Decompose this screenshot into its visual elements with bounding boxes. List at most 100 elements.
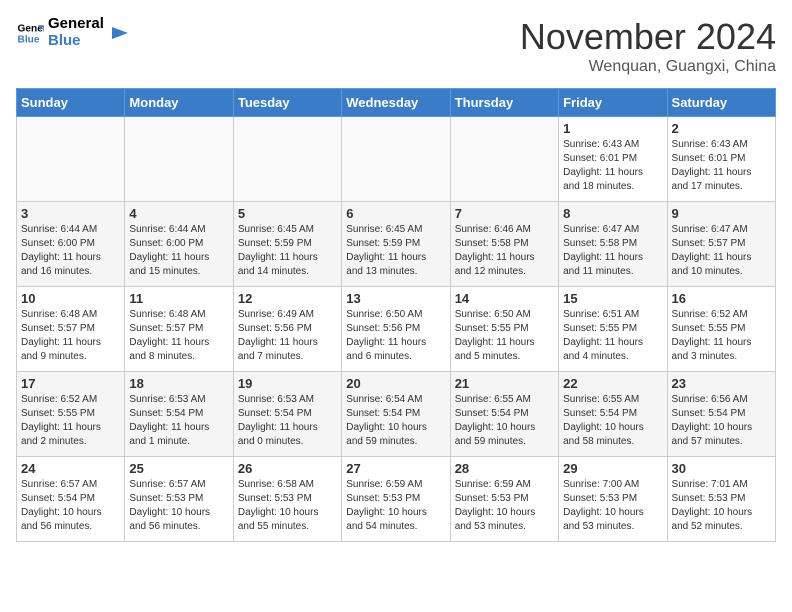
day-info: Sunrise: 6:48 AM Sunset: 5:57 PM Dayligh… <box>21 308 120 364</box>
day-info: Sunrise: 6:47 AM Sunset: 5:57 PM Dayligh… <box>672 223 771 279</box>
day-info: Sunrise: 6:53 AM Sunset: 5:54 PM Dayligh… <box>238 393 337 449</box>
weekday-header-monday: Monday <box>125 89 233 117</box>
logo-icon: General Blue <box>16 19 44 47</box>
day-number: 27 <box>346 461 445 476</box>
calendar-cell: 3 Sunrise: 6:44 AM Sunset: 6:00 PM Daylig… <box>17 202 125 287</box>
day-info: Sunrise: 6:45 AM Sunset: 5:59 PM Dayligh… <box>238 223 337 279</box>
calendar-cell: 9 Sunrise: 6:47 AM Sunset: 5:57 PM Daylig… <box>667 202 775 287</box>
title-block: November 2024 Wenquan, Guangxi, China <box>520 16 776 76</box>
day-number: 7 <box>455 206 554 221</box>
day-number: 19 <box>238 376 337 391</box>
calendar-cell: 28 Sunrise: 6:59 AM Sunset: 5:53 PM Dayli… <box>450 457 558 542</box>
logo-arrow-icon <box>108 23 128 43</box>
calendar-cell: 7 Sunrise: 6:46 AM Sunset: 5:58 PM Daylig… <box>450 202 558 287</box>
day-info: Sunrise: 6:59 AM Sunset: 5:53 PM Dayligh… <box>346 478 445 534</box>
location: Wenquan, Guangxi, China <box>520 58 776 76</box>
day-number: 4 <box>129 206 228 221</box>
calendar-cell: 15 Sunrise: 6:51 AM Sunset: 5:55 PM Dayli… <box>559 287 667 372</box>
calendar-cell: 29 Sunrise: 7:00 AM Sunset: 5:53 PM Dayli… <box>559 457 667 542</box>
day-number: 29 <box>563 461 662 476</box>
week-row-2: 3 Sunrise: 6:44 AM Sunset: 6:00 PM Daylig… <box>17 202 776 287</box>
weekday-header-friday: Friday <box>559 89 667 117</box>
month-title: November 2024 <box>520 16 776 58</box>
day-number: 12 <box>238 291 337 306</box>
day-number: 15 <box>563 291 662 306</box>
calendar-cell: 20 Sunrise: 6:54 AM Sunset: 5:54 PM Dayli… <box>342 372 450 457</box>
day-number: 9 <box>672 206 771 221</box>
day-number: 20 <box>346 376 445 391</box>
week-row-5: 24Sunrise: 6:57 AM Sunset: 5:54 PM Dayli… <box>17 457 776 542</box>
calendar-cell: 4Sunrise: 6:44 AM Sunset: 6:00 PM Daylig… <box>125 202 233 287</box>
day-number: 2 <box>672 121 771 136</box>
day-number: 13 <box>346 291 445 306</box>
calendar-cell: 30 Sunrise: 7:01 AM Sunset: 5:53 PM Dayli… <box>667 457 775 542</box>
day-number: 3 <box>21 206 120 221</box>
day-info: Sunrise: 6:52 AM Sunset: 5:55 PM Dayligh… <box>672 308 771 364</box>
calendar-cell: 13 Sunrise: 6:50 AM Sunset: 5:56 PM Dayli… <box>342 287 450 372</box>
day-info: Sunrise: 6:49 AM Sunset: 5:56 PM Dayligh… <box>238 308 337 364</box>
calendar-cell: 27 Sunrise: 6:59 AM Sunset: 5:53 PM Dayli… <box>342 457 450 542</box>
day-info: Sunrise: 6:59 AM Sunset: 5:53 PM Dayligh… <box>455 478 554 534</box>
day-number: 24 <box>21 461 120 476</box>
day-number: 25 <box>129 461 228 476</box>
day-number: 8 <box>563 206 662 221</box>
day-info: Sunrise: 6:54 AM Sunset: 5:54 PM Dayligh… <box>346 393 445 449</box>
calendar-cell <box>125 117 233 202</box>
day-info: Sunrise: 6:52 AM Sunset: 5:55 PM Dayligh… <box>21 393 120 449</box>
calendar-cell: 26Sunrise: 6:58 AM Sunset: 5:53 PM Dayli… <box>233 457 341 542</box>
calendar-cell: 6Sunrise: 6:45 AM Sunset: 5:59 PM Daylig… <box>342 202 450 287</box>
calendar-cell: 5 Sunrise: 6:45 AM Sunset: 5:59 PM Daylig… <box>233 202 341 287</box>
day-number: 5 <box>238 206 337 221</box>
weekday-header-saturday: Saturday <box>667 89 775 117</box>
day-number: 11 <box>129 291 228 306</box>
week-row-1: 1 Sunrise: 6:43 AM Sunset: 6:01 PM Daylig… <box>17 117 776 202</box>
day-info: Sunrise: 6:50 AM Sunset: 5:56 PM Dayligh… <box>346 308 445 364</box>
day-info: Sunrise: 6:48 AM Sunset: 5:57 PM Dayligh… <box>129 308 228 364</box>
day-info: Sunrise: 6:51 AM Sunset: 5:55 PM Dayligh… <box>563 308 662 364</box>
day-number: 22 <box>563 376 662 391</box>
day-info: Sunrise: 6:55 AM Sunset: 5:54 PM Dayligh… <box>455 393 554 449</box>
day-number: 18 <box>129 376 228 391</box>
day-info: Sunrise: 6:44 AM Sunset: 6:00 PM Dayligh… <box>21 223 120 279</box>
day-info: Sunrise: 6:47 AM Sunset: 5:58 PM Dayligh… <box>563 223 662 279</box>
calendar-cell: 17Sunrise: 6:52 AM Sunset: 5:55 PM Dayli… <box>17 372 125 457</box>
page-header: General Blue General Blue November 2024 … <box>16 16 776 76</box>
calendar-cell <box>450 117 558 202</box>
calendar-cell: 1 Sunrise: 6:43 AM Sunset: 6:01 PM Daylig… <box>559 117 667 202</box>
calendar-cell: 25Sunrise: 6:57 AM Sunset: 5:53 PM Dayli… <box>125 457 233 542</box>
day-info: Sunrise: 6:56 AM Sunset: 5:54 PM Dayligh… <box>672 393 771 449</box>
weekday-header-thursday: Thursday <box>450 89 558 117</box>
calendar-cell: 23 Sunrise: 6:56 AM Sunset: 5:54 PM Dayli… <box>667 372 775 457</box>
calendar-cell: 8 Sunrise: 6:47 AM Sunset: 5:58 PM Daylig… <box>559 202 667 287</box>
weekday-header-wednesday: Wednesday <box>342 89 450 117</box>
calendar-cell: 21Sunrise: 6:55 AM Sunset: 5:54 PM Dayli… <box>450 372 558 457</box>
day-number: 23 <box>672 376 771 391</box>
svg-text:Blue: Blue <box>18 34 40 45</box>
day-info: Sunrise: 7:01 AM Sunset: 5:53 PM Dayligh… <box>672 478 771 534</box>
calendar-cell: 24Sunrise: 6:57 AM Sunset: 5:54 PM Dayli… <box>17 457 125 542</box>
day-number: 16 <box>672 291 771 306</box>
calendar-cell: 19 Sunrise: 6:53 AM Sunset: 5:54 PM Dayli… <box>233 372 341 457</box>
day-info: Sunrise: 6:50 AM Sunset: 5:55 PM Dayligh… <box>455 308 554 364</box>
day-number: 30 <box>672 461 771 476</box>
day-info: Sunrise: 6:46 AM Sunset: 5:58 PM Dayligh… <box>455 223 554 279</box>
calendar-cell: 11 Sunrise: 6:48 AM Sunset: 5:57 PM Dayli… <box>125 287 233 372</box>
day-number: 1 <box>563 121 662 136</box>
day-number: 28 <box>455 461 554 476</box>
day-number: 14 <box>455 291 554 306</box>
day-info: Sunrise: 6:43 AM Sunset: 6:01 PM Dayligh… <box>563 138 662 194</box>
day-number: 26 <box>238 461 337 476</box>
calendar-cell: 12 Sunrise: 6:49 AM Sunset: 5:56 PM Dayli… <box>233 287 341 372</box>
day-info: Sunrise: 6:43 AM Sunset: 6:01 PM Dayligh… <box>672 138 771 194</box>
day-info: Sunrise: 7:00 AM Sunset: 5:53 PM Dayligh… <box>563 478 662 534</box>
calendar-cell: 14 Sunrise: 6:50 AM Sunset: 5:55 PM Dayli… <box>450 287 558 372</box>
calendar-table: SundayMondayTuesdayWednesdayThursdayFrid… <box>16 88 776 542</box>
day-number: 6 <box>346 206 445 221</box>
weekday-header-row: SundayMondayTuesdayWednesdayThursdayFrid… <box>17 89 776 117</box>
calendar-cell: 2 Sunrise: 6:43 AM Sunset: 6:01 PM Daylig… <box>667 117 775 202</box>
calendar-cell: 10Sunrise: 6:48 AM Sunset: 5:57 PM Dayli… <box>17 287 125 372</box>
calendar-cell <box>233 117 341 202</box>
calendar-cell: 22Sunrise: 6:55 AM Sunset: 5:54 PM Dayli… <box>559 372 667 457</box>
week-row-4: 17Sunrise: 6:52 AM Sunset: 5:55 PM Dayli… <box>17 372 776 457</box>
weekday-header-tuesday: Tuesday <box>233 89 341 117</box>
